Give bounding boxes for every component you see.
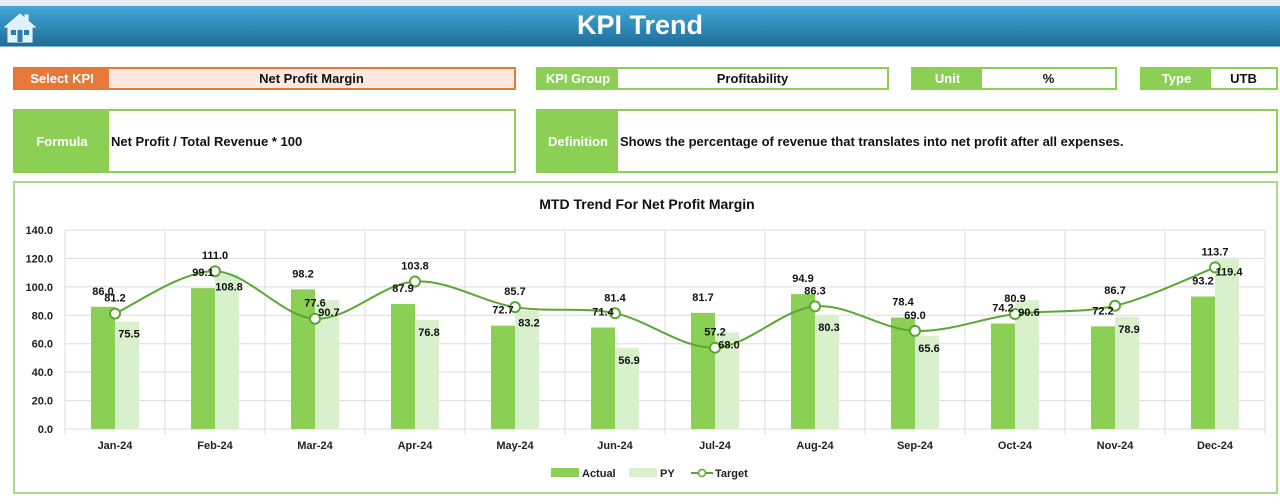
target-data-label: 113.7 bbox=[1202, 246, 1229, 258]
y-tick-label: 100.0 bbox=[25, 282, 53, 294]
x-tick-label: Dec-24 bbox=[1197, 440, 1234, 452]
target-marker bbox=[109, 307, 121, 320]
actual-data-label: 71.4 bbox=[592, 307, 614, 319]
formula-label: Formula bbox=[15, 111, 109, 171]
py-data-label: 76.8 bbox=[418, 327, 439, 339]
type-label: Type bbox=[1142, 69, 1211, 88]
actual-bar bbox=[191, 288, 215, 429]
x-tick-label: Nov-24 bbox=[1097, 440, 1135, 452]
py-bar bbox=[215, 274, 239, 429]
target-data-label: 86.3 bbox=[804, 285, 825, 297]
actual-bar bbox=[491, 325, 515, 429]
actual-bar bbox=[991, 323, 1015, 429]
y-tick-label: 120.0 bbox=[25, 253, 53, 265]
actual-bar bbox=[1091, 326, 1115, 429]
definition-value: Shows the percentage of revenue that tra… bbox=[620, 133, 1124, 149]
legend-actual-swatch bbox=[551, 468, 579, 477]
kpi-trend-chart: MTD Trend For Net Profit Margin 86.075.5… bbox=[25, 196, 1266, 480]
py-data-label: 108.8 bbox=[215, 281, 243, 293]
chart-container: MTD Trend For Net Profit Margin 86.0 75.5… bbox=[13, 181, 1278, 494]
actual-bar bbox=[1191, 296, 1215, 429]
legend-target-label: Target bbox=[715, 468, 748, 480]
chart-title: MTD Trend For Net Profit Margin bbox=[539, 196, 754, 212]
target-data-label: 77.6 bbox=[304, 298, 325, 310]
x-tick-label: Oct-24 bbox=[998, 440, 1033, 452]
definition-box: Definition Shows the percentage of reven… bbox=[536, 109, 1278, 173]
target-data-label: 80.9 bbox=[1004, 293, 1025, 305]
py-data-label: 78.9 bbox=[1118, 324, 1139, 336]
target-marker bbox=[809, 300, 821, 313]
py-bar bbox=[1215, 259, 1239, 429]
y-tick-label: 140.0 bbox=[25, 225, 53, 237]
actual-data-label: 72.7 bbox=[492, 305, 513, 317]
formula-value: Net Profit / Total Revenue * 100 bbox=[111, 133, 303, 149]
actual-data-label: 78.4 bbox=[892, 297, 914, 309]
target-marker bbox=[909, 324, 921, 337]
py-data-label: 83.2 bbox=[518, 318, 539, 330]
target-data-label: 86.7 bbox=[1104, 285, 1125, 297]
x-tick-label: Aug-24 bbox=[796, 440, 834, 452]
target-data-label: 85.7 bbox=[504, 286, 525, 298]
py-bar bbox=[1015, 300, 1039, 429]
select-kpi-field[interactable]: Select KPI Net Profit Margin bbox=[13, 67, 516, 90]
actual-bar bbox=[291, 289, 315, 429]
kpi-group-field: KPI Group Profitability bbox=[536, 67, 889, 90]
select-kpi-label: Select KPI bbox=[15, 69, 109, 88]
actual-data-label: 87.9 bbox=[392, 283, 413, 295]
actual-data-label: 99.1 bbox=[192, 267, 213, 279]
legend-actual-label: Actual bbox=[582, 468, 616, 480]
x-tick-label: Jul-24 bbox=[699, 440, 732, 452]
py-data-label: 68.0 bbox=[718, 339, 739, 351]
actual-bar bbox=[391, 304, 415, 429]
target-data-label: 103.8 bbox=[401, 260, 429, 272]
type-value: UTB bbox=[1230, 71, 1257, 86]
kpi-group-label: KPI Group bbox=[538, 69, 618, 88]
actual-bar bbox=[591, 327, 615, 429]
legend-py-swatch bbox=[629, 468, 657, 477]
unit-value: % bbox=[1042, 71, 1055, 86]
py-data-label: 119.4 bbox=[1216, 266, 1244, 278]
py-data-label: 80.3 bbox=[818, 322, 839, 334]
x-tick-label: Mar-24 bbox=[297, 440, 333, 452]
x-tick-label: Apr-24 bbox=[398, 440, 434, 452]
x-tick-label: Sep-24 bbox=[897, 440, 934, 452]
actual-bar bbox=[791, 294, 815, 429]
type-field: Type UTB bbox=[1140, 67, 1278, 90]
definition-label: Definition bbox=[538, 111, 618, 171]
y-tick-label: 0.0 bbox=[38, 424, 53, 436]
unit-label: Unit bbox=[913, 69, 982, 88]
select-kpi-value[interactable]: Net Profit Margin bbox=[109, 71, 514, 86]
x-tick-label: Feb-24 bbox=[197, 440, 233, 452]
kpi-group-value: Profitability bbox=[716, 71, 789, 86]
actual-data-label: 94.9 bbox=[792, 273, 813, 285]
target-data-label: 69.0 bbox=[904, 310, 925, 322]
target-data-label: 111.0 bbox=[202, 250, 228, 262]
legend-target-marker bbox=[697, 468, 707, 478]
y-tick-label: 80.0 bbox=[32, 310, 53, 322]
target-data-label: 81.2 bbox=[104, 293, 125, 305]
x-tick-label: May-24 bbox=[496, 440, 534, 452]
x-tick-label: Jan-24 bbox=[98, 440, 134, 452]
x-tick-label: Jun-24 bbox=[597, 440, 633, 452]
target-data-label: 81.4 bbox=[604, 292, 626, 304]
y-tick-label: 40.0 bbox=[32, 367, 53, 379]
py-data-label: 75.5 bbox=[118, 329, 139, 341]
y-tick-label: 60.0 bbox=[32, 339, 53, 351]
page-header: KPI Trend bbox=[0, 6, 1280, 47]
y-tick-label: 20.0 bbox=[32, 396, 53, 408]
actual-data-label: 81.7 bbox=[692, 292, 713, 304]
py-data-label: 90.6 bbox=[1018, 307, 1039, 319]
actual-data-label: 98.2 bbox=[292, 268, 313, 280]
page-title: KPI Trend bbox=[576, 10, 704, 40]
actual-bar bbox=[91, 306, 115, 429]
py-data-label: 56.9 bbox=[618, 355, 639, 367]
actual-data-label: 72.2 bbox=[1092, 305, 1113, 317]
legend-py-label: PY bbox=[660, 468, 675, 480]
unit-field: Unit % bbox=[911, 67, 1117, 90]
actual-data-label: 93.2 bbox=[1192, 276, 1213, 288]
formula-box: Formula Net Profit / Total Revenue * 100 bbox=[13, 109, 516, 173]
target-data-label: 57.2 bbox=[704, 327, 725, 339]
py-data-label: 65.6 bbox=[918, 343, 939, 355]
